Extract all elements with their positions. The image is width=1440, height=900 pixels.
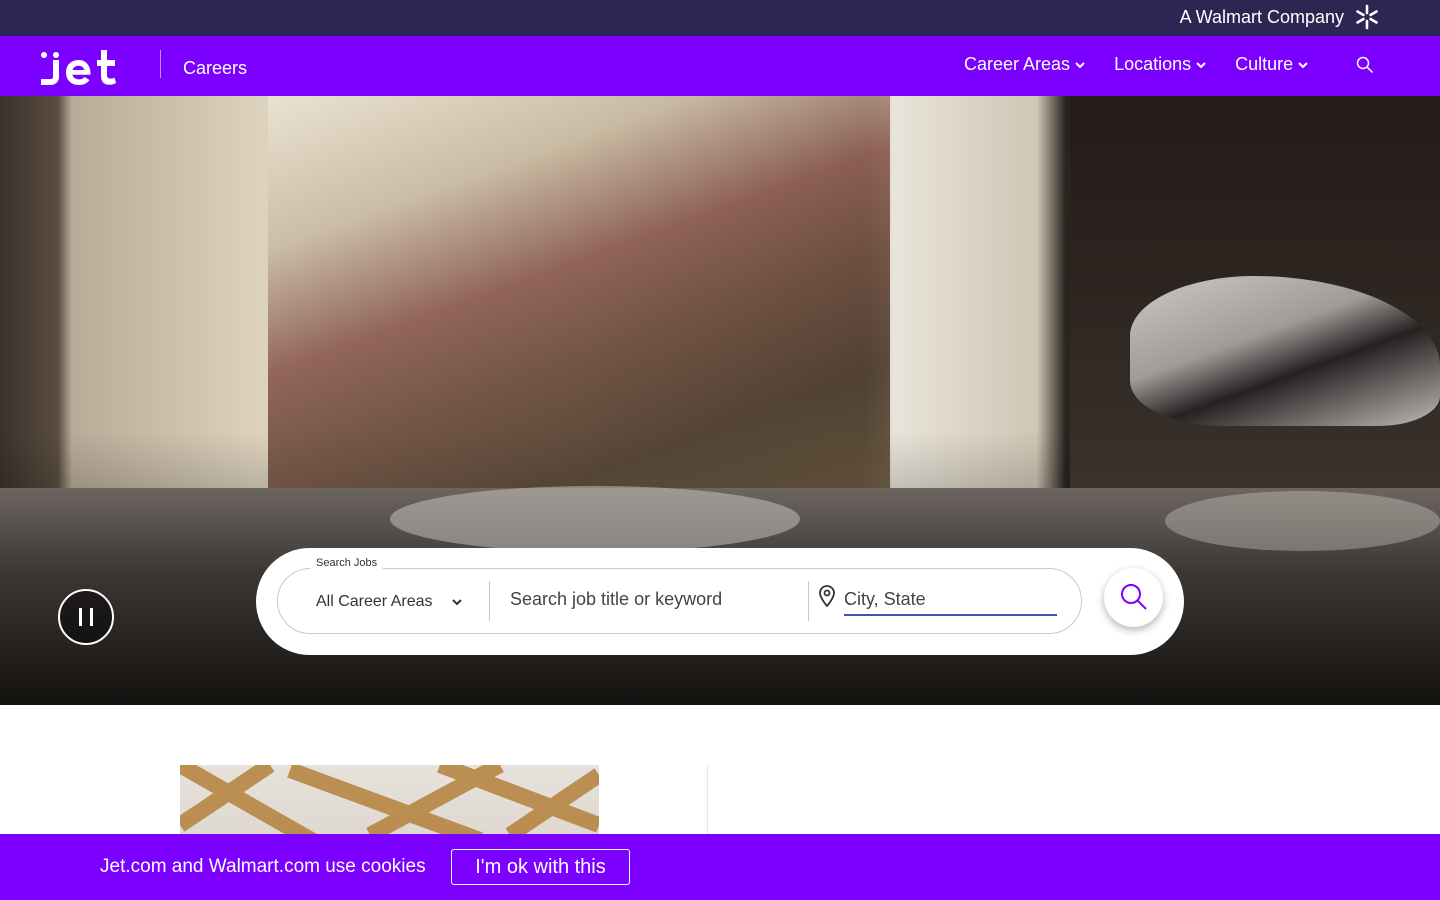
menu-locations[interactable]: Locations	[1114, 54, 1207, 75]
menu-culture[interactable]: Culture	[1235, 54, 1309, 75]
search-icon	[1121, 584, 1147, 610]
pause-video-button[interactable]	[58, 589, 114, 645]
nav-menu: Career Areas Locations Culture	[964, 54, 1309, 75]
walmart-spark-icon	[1356, 4, 1378, 30]
menu-culture-label: Culture	[1235, 54, 1294, 74]
menu-career-areas-label: Career Areas	[964, 54, 1071, 74]
jet-logo[interactable]: jet	[41, 47, 133, 85]
accept-cookies-button[interactable]: I'm ok with this	[451, 849, 630, 885]
walmart-company-text: A Walmart Company	[1179, 6, 1344, 27]
menu-career-areas[interactable]: Career Areas	[964, 54, 1086, 75]
cookie-banner: Jet.com and Walmart.com use cookies I'm …	[0, 834, 1440, 900]
location-search-input[interactable]	[844, 584, 1057, 616]
nav-divider	[160, 50, 161, 78]
keyword-search-input[interactable]	[510, 584, 800, 614]
career-area-value: All Career Areas	[316, 593, 433, 610]
chevron-down-icon	[1196, 61, 1206, 68]
main-navigation: jet Careers Career Areas Locations Cultu…	[0, 36, 1440, 96]
field-separator	[808, 581, 809, 621]
walmart-top-bar: A Walmart Company	[0, 0, 1440, 36]
menu-locations-label: Locations	[1114, 54, 1192, 74]
hero-disc	[1165, 491, 1440, 551]
search-icon[interactable]	[1356, 56, 1374, 74]
pause-icon	[79, 608, 93, 626]
cookie-message: Jet.com and Walmart.com use cookies	[100, 856, 426, 877]
careers-title[interactable]: Careers	[183, 58, 247, 79]
hero-disc	[390, 486, 800, 552]
hero-video: Search Jobs All Career Areas	[0, 96, 1440, 705]
chevron-down-icon	[1075, 61, 1085, 68]
hero-photo-left	[268, 96, 890, 488]
field-separator	[489, 581, 490, 621]
search-jobs-legend: Search Jobs	[310, 557, 384, 569]
career-area-select[interactable]: All Career Areas	[316, 593, 463, 611]
location-pin-icon	[819, 585, 835, 607]
walmart-company-link[interactable]: A Walmart Company	[1180, 4, 1380, 30]
chevron-down-icon	[1298, 61, 1308, 68]
search-submit-button[interactable]	[1104, 568, 1163, 627]
chevron-down-icon	[451, 599, 462, 606]
job-search-panel: Search Jobs All Career Areas	[256, 548, 1184, 655]
